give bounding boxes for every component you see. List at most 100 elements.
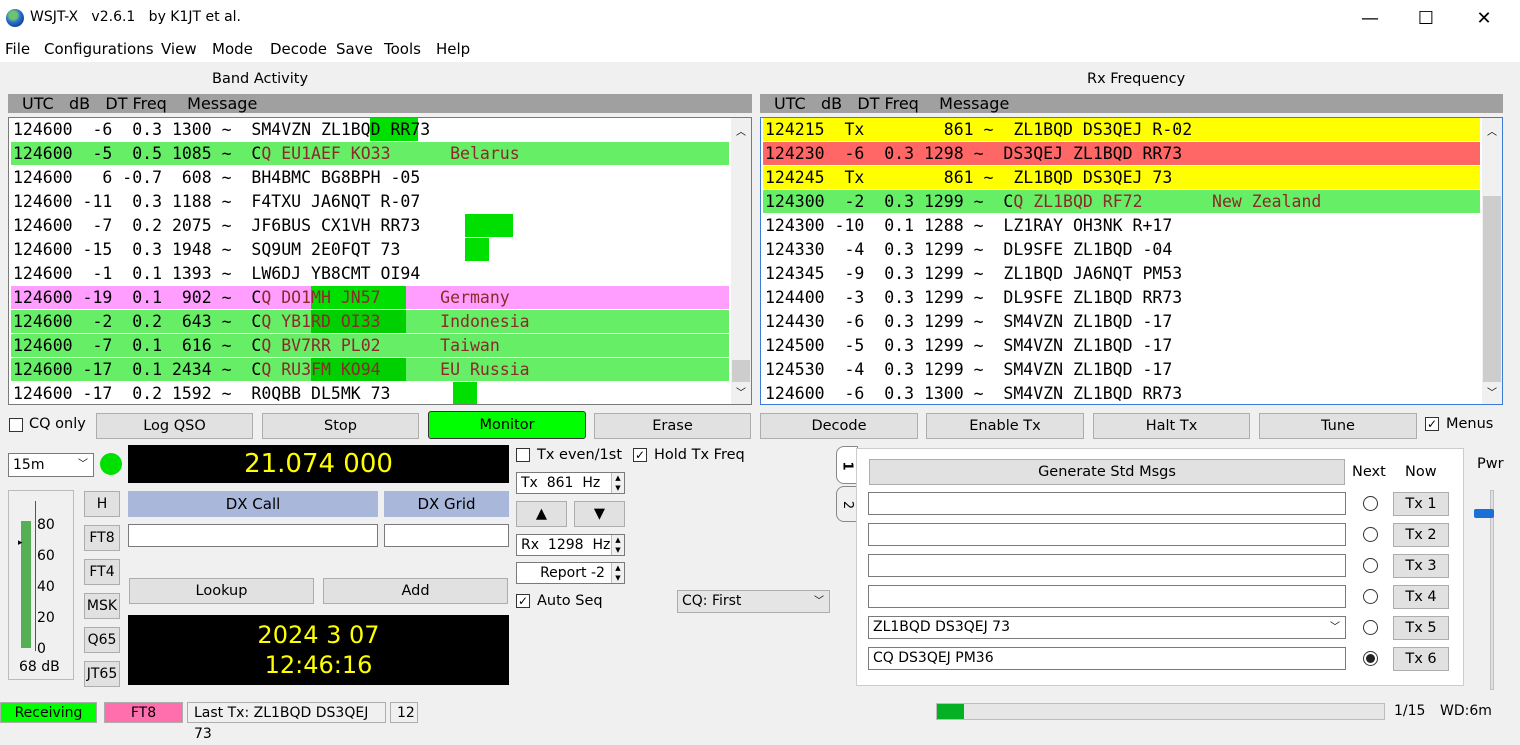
band-activity-row[interactable]: 124600 -1 0.1 1393 ~ LW6DJ YB8CMT OI94	[11, 262, 729, 286]
mode-h-button[interactable]: H	[84, 491, 120, 517]
next-radio-3[interactable]	[1363, 558, 1378, 573]
scroll-up-icon[interactable]: ︿	[736, 123, 746, 138]
power-slider-track[interactable]	[1490, 490, 1494, 690]
mode-ft4-button[interactable]: FT4	[84, 559, 120, 585]
tab-1[interactable]: 1	[836, 446, 858, 484]
band-activity-row[interactable]: 124600 -19 0.1 902 ~ CQ DO1MH JN57 Germa…	[11, 286, 729, 310]
band-activity-row[interactable]: 124600 -11 0.3 1188 ~ F4TXU JA6NQT R-07	[11, 190, 729, 214]
next-radio-5[interactable]	[1363, 620, 1378, 635]
tx3-button[interactable]: Tx 3	[1393, 554, 1449, 578]
tx-message-field-3[interactable]	[868, 554, 1346, 577]
tx-message-field-6[interactable]: CQ DS3QEJ PM36	[868, 647, 1346, 670]
menu-configurations[interactable]: Configurations	[44, 40, 154, 58]
scroll-down-icon[interactable]: ﹀	[1487, 384, 1497, 399]
freq-down-button[interactable]: ▼	[574, 501, 625, 527]
band-scrollbar[interactable]: ︿ ﹀	[731, 118, 751, 404]
rx-frequency-row[interactable]: 124500 -5 0.3 1299 ~ SM4VZN ZL1BQD -17	[763, 334, 1480, 358]
rx-frequency-row[interactable]: 124245 Tx 861 ~ ZL1BQD DS3QEJ 73	[763, 166, 1480, 190]
band-activity-row[interactable]: 124600 -7 0.1 616 ~ CQ BV7RR PL02 Taiwan	[11, 334, 729, 358]
tx-message-field-5[interactable]: ZL1BQD DS3QEJ 73 ﹀	[868, 616, 1346, 639]
rx-frequency-row[interactable]: 124330 -4 0.3 1299 ~ DL9SFE ZL1BQD -04	[763, 238, 1480, 262]
spin-arrows-icon[interactable]: ▲ ▼	[611, 563, 624, 583]
rx-frequency-row[interactable]: 124300 -2 0.3 1299 ~ CQ ZL1BQD RF72 New …	[763, 190, 1480, 214]
tx-even-checkbox[interactable]	[516, 448, 530, 462]
tx1-button[interactable]: Tx 1	[1393, 492, 1449, 516]
menu-save[interactable]: Save	[336, 40, 373, 58]
minimize-button[interactable]: —	[1342, 0, 1398, 36]
tune-button[interactable]: Tune	[1259, 413, 1417, 439]
tx4-button[interactable]: Tx 4	[1393, 585, 1449, 609]
add-button[interactable]: Add	[323, 578, 508, 604]
band-activity-row[interactable]: 124600 -17 0.1 2434 ~ CQ RU3FM KO94 EU R…	[11, 358, 729, 382]
rx-frequency-list[interactable]: 124600 -6 0.3 1300 ~ SM4VZN ZL1BQD RR73 1…	[760, 117, 1503, 405]
tx-message-field-4[interactable]	[868, 585, 1346, 608]
next-radio-2[interactable]	[1363, 527, 1378, 542]
rx-frequency-row[interactable]: 124300 -10 0.1 1288 ~ LZ1RAY OH3NK R+17	[763, 214, 1480, 238]
menu-mode[interactable]: Mode	[212, 40, 253, 58]
band-activity-row[interactable]: 124600 -6 0.3 1300 ~ SM4VZN ZL1BQD RR73	[11, 118, 729, 142]
band-activity-row[interactable]: 124600 -5 0.5 1085 ~ CQ EU1AEF KO33 Bela…	[11, 142, 729, 166]
mode-ft8-button[interactable]: FT8	[84, 525, 120, 551]
mode-q65-button[interactable]: Q65	[84, 627, 120, 653]
rx-freq-spinbox[interactable]: Rx 1298 Hz ▲ ▼	[516, 534, 625, 556]
next-radio-6[interactable]	[1363, 651, 1378, 666]
menu-decode[interactable]: Decode	[270, 40, 327, 58]
scroll-down-icon[interactable]: ﹀	[736, 384, 746, 399]
band-activity-row[interactable]: 124600 -7 0.2 2075 ~ JF6BUS CX1VH RR73	[11, 214, 729, 238]
generate-std-msgs-button[interactable]: Generate Std Msgs	[869, 459, 1345, 485]
dx-call-input[interactable]	[128, 524, 378, 547]
spin-arrows-icon[interactable]: ▲ ▼	[611, 535, 624, 555]
menu-tools[interactable]: Tools	[384, 40, 421, 58]
menu-help[interactable]: Help	[436, 40, 470, 58]
scroll-thumb[interactable]	[1483, 196, 1501, 382]
next-radio-4[interactable]	[1363, 589, 1378, 604]
tx-message-field-2[interactable]	[868, 523, 1346, 546]
tx6-button[interactable]: Tx 6	[1393, 647, 1449, 671]
cq-only-checkbox[interactable]	[9, 418, 23, 432]
rx-frequency-row[interactable]: 124430 -6 0.3 1299 ~ SM4VZN ZL1BQD -17	[763, 310, 1480, 334]
log-qso-button[interactable]: Log QSO	[96, 413, 253, 439]
maximize-button[interactable]: ☐	[1398, 0, 1454, 36]
mode-jt65-button[interactable]: JT65	[84, 661, 120, 687]
stop-button[interactable]: Stop	[262, 413, 419, 439]
rx-frequency-row[interactable]: 124230 -6 0.3 1298 ~ DS3QEJ ZL1BQD RR73	[763, 142, 1480, 166]
dx-grid-input[interactable]	[384, 524, 509, 547]
band-activity-list[interactable]: 124600 -17 0.2 1592 ~ R0QBB DL5MK 73 1246…	[8, 117, 752, 405]
rx-scrollbar[interactable]: ︿ ﹀	[1482, 118, 1502, 404]
halt-tx-button[interactable]: Halt Tx	[1093, 413, 1250, 439]
auto-seq-checkbox[interactable]: ✓	[516, 594, 530, 608]
scroll-thumb[interactable]	[732, 360, 750, 382]
tx5-button[interactable]: Tx 5	[1393, 616, 1449, 640]
band-activity-row[interactable]: 124600 -2 0.2 643 ~ CQ YB1RD OI33 Indone…	[11, 310, 729, 334]
spin-arrows-icon[interactable]: ▲ ▼	[611, 473, 624, 493]
enable-tx-button[interactable]: Enable Tx	[926, 413, 1084, 439]
power-slider-handle[interactable]	[1474, 509, 1494, 518]
monitor-button[interactable]: Monitor	[428, 411, 586, 439]
tx-message-field-1[interactable]	[868, 492, 1346, 515]
menu-view[interactable]: View	[161, 40, 197, 58]
rx-frequency-row[interactable]: 124530 -4 0.3 1299 ~ SM4VZN ZL1BQD -17	[763, 358, 1480, 382]
menu-file[interactable]: File	[5, 40, 30, 58]
rx-frequency-row[interactable]: 124600 -6 0.3 1300 ~ SM4VZN ZL1BQD RR73	[763, 382, 1480, 404]
menus-checkbox[interactable]: ✓	[1425, 417, 1439, 431]
band-activity-row[interactable]: 124600 -15 0.3 1948 ~ SQ9UM 2E0FQT 73	[11, 238, 729, 262]
lookup-button[interactable]: Lookup	[129, 578, 314, 604]
decode-button[interactable]: Decode	[760, 413, 918, 439]
report-spinbox[interactable]: Report -2 ▲ ▼	[516, 562, 625, 584]
band-activity-row[interactable]: 124600 -17 0.2 1592 ~ R0QBB DL5MK 73	[11, 382, 729, 404]
tx-freq-spinbox[interactable]: Tx 861 Hz ▲ ▼	[516, 472, 625, 494]
band-select[interactable]: 15m ﹀	[8, 453, 94, 477]
rx-frequency-row[interactable]: 124345 -9 0.3 1299 ~ ZL1BQD JA6NQT PM53	[763, 262, 1480, 286]
tab-2[interactable]: 2	[836, 486, 858, 522]
erase-button[interactable]: Erase	[594, 413, 751, 439]
next-radio-1[interactable]	[1363, 496, 1378, 511]
tx2-button[interactable]: Tx 2	[1393, 523, 1449, 547]
mode-msk-button[interactable]: MSK	[84, 593, 120, 619]
cq-select[interactable]: CQ: First ﹀	[677, 590, 830, 613]
hold-tx-freq-checkbox[interactable]: ✓	[633, 448, 647, 462]
band-activity-row[interactable]: 124600 6 -0.7 608 ~ BH4BMC BG8BPH -05	[11, 166, 729, 190]
rx-frequency-row[interactable]: 124400 -3 0.3 1299 ~ DL9SFE ZL1BQD RR73	[763, 286, 1480, 310]
close-button[interactable]: ✕	[1456, 0, 1512, 36]
scroll-up-icon[interactable]: ︿	[1487, 123, 1497, 138]
freq-up-button[interactable]: ▲	[516, 501, 567, 527]
